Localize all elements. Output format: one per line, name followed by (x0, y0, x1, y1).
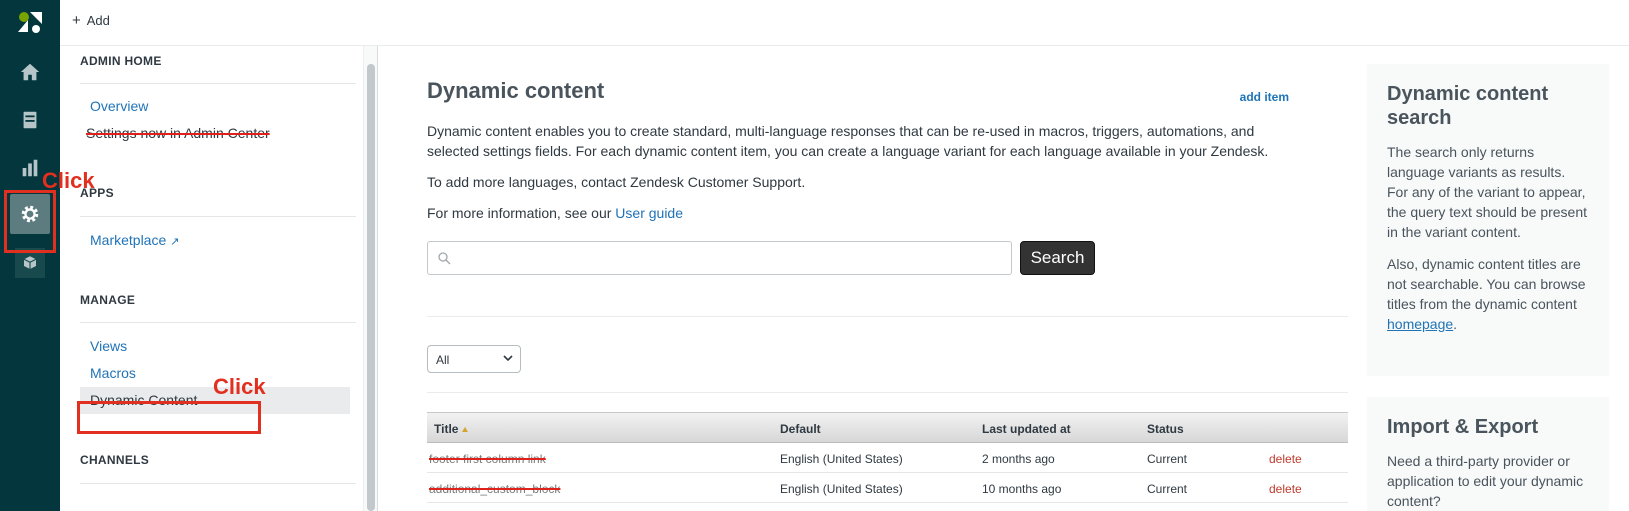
chevron-down-icon (503, 355, 513, 362)
divider (80, 216, 356, 217)
search-input[interactable] (427, 241, 1012, 275)
dynamic-content-table: Title Default Last updated at Status foo… (427, 412, 1348, 503)
nav-item-overview[interactable]: Overview (90, 98, 148, 114)
row-updated: 2 months ago (982, 452, 1055, 466)
search-help-text-2: Also, dynamic content titles are not sea… (1387, 254, 1589, 334)
search-help-title: Dynamic content search (1387, 83, 1549, 129)
search-icon (438, 252, 451, 265)
zendesk-logo-icon[interactable] (16, 10, 44, 34)
page-title: Dynamic content (427, 78, 605, 103)
col-last-updated[interactable]: Last updated at (982, 422, 1071, 436)
table-header: Title Default Last updated at Status (427, 412, 1348, 443)
divider (427, 316, 1348, 317)
section-manage: MANAGE (80, 293, 136, 307)
plus-icon: + (72, 11, 81, 29)
home-icon[interactable] (10, 52, 50, 92)
languages-note: To add more languages, contact Zendesk C… (427, 174, 806, 190)
search-help-text-2-prefix: Also, dynamic content titles are not sea… (1387, 256, 1586, 312)
nav-item-settings-admin-center[interactable]: Settings now in Admin Center (86, 125, 270, 141)
col-title-label: Title (434, 422, 459, 436)
add-button[interactable]: + Add (72, 11, 110, 29)
annotation-dynamic-content-box (77, 401, 261, 434)
product-rail (0, 0, 60, 511)
admin-navigation: ADMIN HOME Overview Settings now in Admi… (60, 46, 378, 511)
import-export-panel: Import & Export Need a third-party provi… (1367, 397, 1609, 511)
more-info-text: For more information, see our User guide (427, 203, 1287, 223)
nav-item-marketplace-label: Marketplace (90, 232, 167, 248)
nav-item-marketplace[interactable]: Marketplace ↗ (90, 232, 179, 248)
col-status[interactable]: Status (1147, 422, 1184, 436)
annotation-gear-box (4, 190, 56, 253)
row-default: English (United States) (780, 482, 903, 496)
search-help-text: The search only returns language variant… (1387, 144, 1588, 240)
row-status: Current (1147, 482, 1188, 496)
add-button-label: Add (86, 13, 110, 28)
row-status: Current (1147, 452, 1188, 466)
row-updated: 10 months ago (982, 482, 1062, 496)
search-button[interactable]: Search (1020, 241, 1095, 275)
divider (80, 483, 356, 484)
divider (427, 392, 1348, 393)
tickets-icon[interactable] (10, 100, 50, 140)
divider (80, 83, 356, 84)
row-title-link[interactable]: footer first column link (429, 452, 546, 466)
filter-select-value: All (436, 353, 450, 367)
filter-select[interactable]: All (427, 345, 521, 373)
row-default: English (United States) (780, 452, 903, 466)
external-link-icon: ↗ (170, 236, 180, 248)
main-content: Dynamic content add item Dynamic content… (378, 46, 1348, 511)
section-channels: CHANNELS (80, 453, 150, 467)
nav-item-macros[interactable]: Macros (90, 365, 136, 381)
table-row: additional_custom_block English (United … (427, 473, 1348, 503)
search-help-text-2-suffix: . (1453, 316, 1458, 332)
search-help-panel: Dynamic content search The search only r… (1367, 64, 1609, 376)
annotation-click-1: Click (42, 168, 95, 193)
description-text: Dynamic content enables you to create st… (427, 123, 1269, 159)
nav-scrollbar[interactable] (363, 46, 377, 511)
annotation-click-2: Click (213, 374, 266, 399)
import-export-title: Import & Export (1387, 416, 1539, 438)
row-delete-link[interactable]: delete (1269, 452, 1302, 466)
top-bar: + Add (60, 0, 1629, 46)
nav-item-views[interactable]: Views (90, 338, 127, 354)
homepage-link[interactable]: homepage (1387, 316, 1453, 332)
import-export-text: Need a third-party provider or applicati… (1387, 453, 1584, 509)
divider (80, 322, 356, 323)
table-row: footer first column link English (United… (427, 443, 1348, 473)
sort-asc-icon (462, 427, 469, 433)
more-info-prefix: For more information, see our (427, 205, 616, 221)
nav-scrollbar-thumb[interactable] (367, 64, 375, 511)
row-delete-link[interactable]: delete (1269, 482, 1302, 496)
col-default[interactable]: Default (780, 422, 821, 436)
section-admin-home: ADMIN HOME (80, 54, 162, 68)
add-item-link[interactable]: add item (1240, 90, 1289, 104)
row-title-link[interactable]: additional_custom_block (429, 482, 560, 496)
user-guide-link[interactable]: User guide (615, 205, 683, 221)
col-title[interactable]: Title (434, 422, 469, 436)
